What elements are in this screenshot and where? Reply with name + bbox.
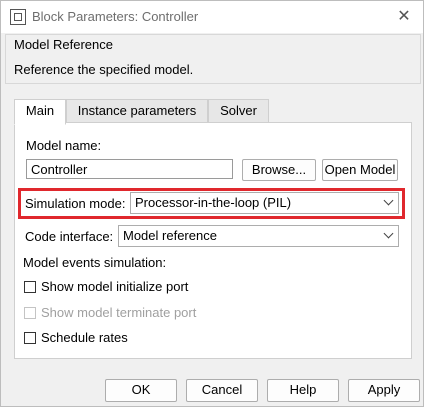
cancel-button[interactable]: Cancel (186, 379, 258, 402)
title-bar: Block Parameters: Controller ✕ (1, 1, 423, 33)
show-initialize-port-checkbox[interactable] (24, 281, 36, 293)
model-name-input[interactable] (26, 159, 233, 179)
block-description: Reference the specified model. (14, 62, 194, 77)
button-bar: OK Cancel Help Apply (1, 368, 423, 406)
show-initialize-port-label: Show model initialize port (41, 279, 189, 294)
simulation-mode-label: Simulation mode: (25, 196, 126, 211)
window-title: Block Parameters: Controller (32, 9, 199, 24)
model-events-label: Model events simulation: (23, 255, 167, 270)
code-interface-dropdown[interactable]: Model reference (118, 225, 399, 247)
show-terminate-port-label: Show model terminate port (41, 305, 197, 320)
apply-button[interactable]: Apply (348, 379, 420, 402)
code-interface-value: Model reference (123, 228, 217, 243)
help-button[interactable]: Help (267, 379, 339, 402)
chevron-down-icon (383, 228, 394, 239)
tab-solver[interactable]: Solver (208, 99, 269, 123)
block-description-box: Model Reference Reference the specified … (5, 34, 421, 84)
tab-instance-parameters[interactable]: Instance parameters (66, 99, 208, 123)
tab-main[interactable]: Main (14, 99, 66, 125)
close-icon[interactable]: ✕ (393, 6, 415, 28)
dialog-window: Block Parameters: Controller ✕ Model Ref… (0, 0, 424, 407)
browse-button[interactable]: Browse... (242, 159, 316, 181)
schedule-rates-checkbox[interactable] (24, 332, 36, 344)
ok-button[interactable]: OK (105, 379, 177, 402)
open-model-button[interactable]: Open Model (322, 159, 398, 181)
block-type-title: Model Reference (14, 37, 113, 52)
show-terminate-port-checkbox[interactable] (24, 307, 36, 319)
simulation-mode-value: Processor-in-the-loop (PIL) (135, 195, 292, 210)
model-name-label: Model name: (26, 138, 102, 153)
code-interface-label: Code interface: (25, 229, 114, 244)
chevron-down-icon (383, 195, 394, 206)
block-icon (10, 9, 26, 25)
schedule-rates-label: Schedule rates (41, 330, 128, 345)
simulation-mode-dropdown[interactable]: Processor-in-the-loop (PIL) (130, 192, 399, 214)
